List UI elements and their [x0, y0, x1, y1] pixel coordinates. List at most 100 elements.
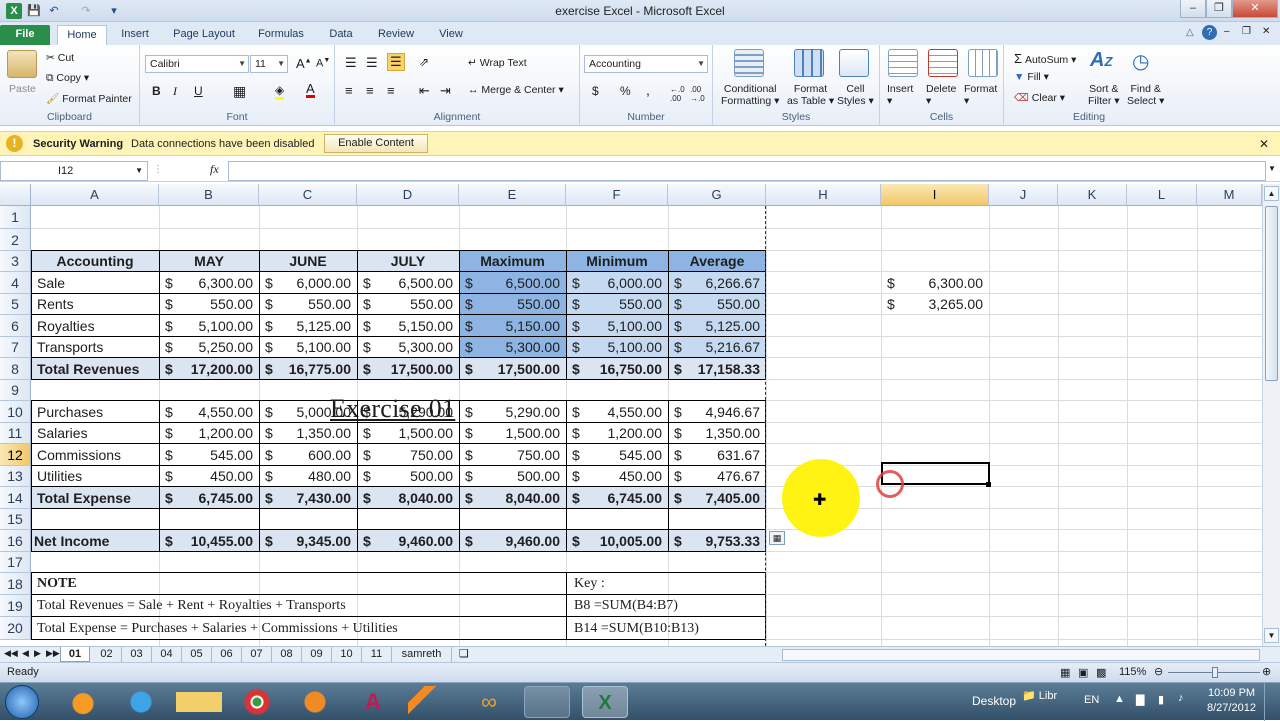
paste-icon[interactable] — [7, 50, 37, 78]
money-cell[interactable]: $5,100.00 — [159, 315, 259, 337]
money-cell[interactable]: $6,745.00 — [566, 487, 668, 509]
money-cell[interactable]: $9,460.00 — [357, 530, 459, 552]
zoom-out-icon[interactable]: ⊖ — [1154, 665, 1163, 678]
autosum-button[interactable]: Σ AutoSum ▾ — [1014, 51, 1076, 66]
money-cell[interactable]: $550.00 — [357, 294, 459, 315]
expand-formula-icon[interactable]: ▼ — [1268, 164, 1276, 173]
app-icon[interactable] — [524, 686, 570, 718]
sheet-tab-01[interactable]: 01 — [60, 647, 90, 662]
money-cell[interactable]: $5,150.00 — [357, 315, 459, 337]
horizontal-scrollbar[interactable] — [782, 649, 1260, 661]
row-header-16[interactable]: 16 — [0, 530, 31, 552]
copy-button[interactable]: ⧉ Copy ▾ — [46, 72, 89, 85]
start-button-icon[interactable] — [5, 685, 39, 719]
money-cell[interactable]: $545.00 — [566, 444, 668, 466]
row-header-17[interactable]: 17 — [0, 552, 31, 573]
money-cell[interactable]: $480.00 — [259, 466, 357, 487]
row-header-1[interactable]: 1 — [0, 206, 31, 229]
sheet-tab-05[interactable]: 05 — [182, 647, 212, 662]
insert-button[interactable]: Insert ▾ — [887, 83, 913, 107]
media-player-icon[interactable] — [292, 686, 338, 718]
insert-cells-icon[interactable] — [888, 49, 918, 77]
merge-center-button[interactable]: ↔ Merge & Center ▾ — [468, 84, 564, 96]
column-header-c[interactable]: C — [259, 184, 357, 206]
money-cell[interactable]: $6,300.00 — [881, 272, 989, 294]
formula-input[interactable] — [228, 161, 1266, 181]
increase-decimal-icon[interactable]: ←.0.00 — [670, 85, 685, 103]
money-cell[interactable]: $3,265.00 — [881, 294, 989, 315]
doc-close-icon[interactable]: ✕ — [1262, 26, 1270, 37]
money-cell[interactable]: $5,250.00 — [159, 337, 259, 358]
sheet-tab-04[interactable]: 04 — [152, 647, 182, 662]
fill-handle[interactable] — [986, 482, 991, 487]
desktop-toolbar[interactable]: Desktop — [972, 694, 1016, 708]
font-size-select[interactable]: 11 ▼ — [250, 55, 288, 73]
libraries-toolbar[interactable]: 📁 Libr — [1022, 689, 1057, 702]
excel-taskbar-icon[interactable]: X — [582, 686, 628, 718]
money-cell[interactable]: $500.00 — [459, 466, 566, 487]
zoom-in-icon[interactable]: ⊕ — [1262, 665, 1271, 678]
sheet-nav-next-icon[interactable]: ▶ — [34, 648, 41, 659]
top-align-icon[interactable]: ☰ — [345, 55, 357, 71]
money-cell[interactable]: $750.00 — [357, 444, 459, 466]
tab-review[interactable]: Review — [372, 25, 420, 45]
scroll-thumb[interactable] — [1265, 206, 1278, 381]
money-cell[interactable]: $4,946.67 — [668, 401, 766, 423]
column-header-j[interactable]: J — [989, 184, 1058, 206]
money-cell[interactable]: $550.00 — [259, 294, 357, 315]
folder-icon[interactable] — [176, 686, 222, 718]
doc-minimize-icon[interactable]: – — [1224, 26, 1230, 37]
show-desktop-button[interactable] — [1264, 683, 1280, 721]
format-painter-button[interactable]: 🖌 Format Painter — [46, 92, 132, 105]
clock-date[interactable]: 8/27/2012 — [1207, 702, 1256, 714]
find-select-button[interactable]: Find & Select ▾ — [1127, 83, 1164, 107]
paste-options-icon[interactable]: ▦ — [769, 531, 785, 545]
money-cell[interactable]: $7,430.00 — [259, 487, 357, 509]
comma-button[interactable]: , — [646, 82, 650, 98]
format-cells-icon[interactable] — [968, 49, 998, 77]
format-button[interactable]: Format ▾ — [964, 83, 997, 107]
decrease-decimal-icon[interactable]: .00 →.0 — [690, 85, 705, 103]
money-cell[interactable]: $6,500.00 — [357, 272, 459, 294]
money-cell[interactable]: $10,455.00 — [159, 530, 259, 552]
money-cell[interactable]: $600.00 — [259, 444, 357, 466]
money-cell[interactable]: $550.00 — [668, 294, 766, 315]
language-indicator[interactable]: EN — [1084, 694, 1099, 706]
row-header-4[interactable]: 4 — [0, 272, 31, 294]
money-cell[interactable]: $5,290.00 — [459, 401, 566, 423]
align-center-icon[interactable]: ≡ — [366, 83, 374, 98]
format-as-table-button[interactable]: Format as Table ▾ — [787, 83, 834, 107]
money-cell[interactable]: $6,300.00 — [159, 272, 259, 294]
sort-filter-icon[interactable]: AZ — [1090, 49, 1112, 72]
money-cell[interactable]: $6,745.00 — [159, 487, 259, 509]
sheet-tab-08[interactable]: 08 — [272, 647, 302, 662]
align-right-icon[interactable]: ≡ — [387, 83, 395, 98]
money-cell[interactable]: $9,753.33 — [668, 530, 766, 552]
italic-button[interactable]: I — [173, 84, 177, 99]
column-header-f[interactable]: F — [566, 184, 668, 206]
bold-button[interactable]: B — [152, 84, 161, 98]
money-cell[interactable]: $6,266.67 — [668, 272, 766, 294]
money-cell[interactable]: $500.00 — [357, 466, 459, 487]
font-name-select[interactable]: Calibri ▼ — [145, 55, 249, 73]
row-header-9[interactable]: 9 — [0, 380, 31, 401]
tab-file[interactable]: File — [0, 25, 50, 45]
money-cell[interactable]: $5,125.00 — [259, 315, 357, 337]
column-header-i[interactable]: I — [881, 184, 989, 206]
column-header-b[interactable]: B — [159, 184, 259, 206]
money-cell[interactable]: $550.00 — [459, 294, 566, 315]
sheet-tab-samreth[interactable]: samreth — [392, 647, 452, 662]
money-cell[interactable]: $6,500.00 — [459, 272, 566, 294]
scroll-up-icon[interactable]: ▲ — [1264, 186, 1279, 201]
column-header-l[interactable]: L — [1127, 184, 1197, 206]
conditional-formatting-icon[interactable] — [734, 49, 764, 77]
vertical-scrollbar[interactable]: ▲ ▼ — [1262, 184, 1280, 646]
restore-button[interactable]: ❐ — [1206, 0, 1232, 18]
money-cell[interactable]: $5,216.67 — [668, 337, 766, 358]
zoom-level[interactable]: 115% — [1119, 666, 1146, 678]
name-box[interactable]: I12 ▼ — [0, 161, 148, 181]
internet-explorer-icon[interactable] — [118, 686, 164, 718]
infinity-app-icon[interactable]: ∞ — [466, 686, 512, 718]
money-cell[interactable]: $545.00 — [159, 444, 259, 466]
money-cell[interactable]: $10,005.00 — [566, 530, 668, 552]
